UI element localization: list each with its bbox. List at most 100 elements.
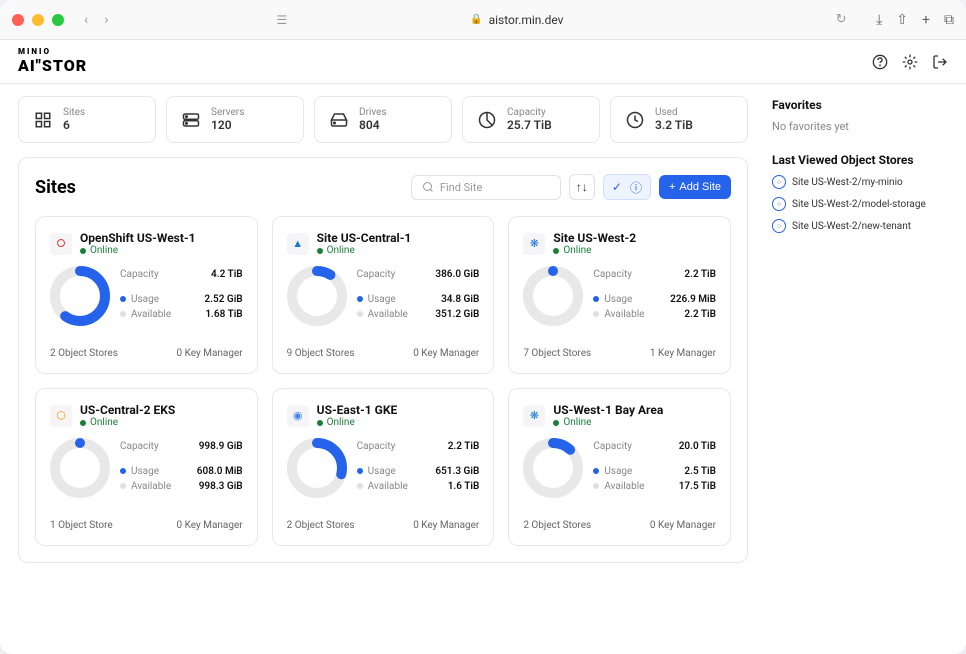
- usage-value: 608.0 MiB: [197, 466, 243, 477]
- usage-dot: [357, 296, 363, 302]
- search-input[interactable]: Find Site: [411, 175, 561, 200]
- stat-card-sites[interactable]: Sites 6: [18, 96, 156, 143]
- available-dot: [120, 483, 126, 489]
- object-store-icon: ○: [772, 175, 786, 189]
- site-status: Online: [553, 245, 716, 256]
- window-maximize[interactable]: [52, 14, 64, 26]
- capacity-value: 4.2 TiB: [211, 269, 243, 280]
- site-card[interactable]: ▲ Site US-Central-1 Online Capacity 386.…: [272, 216, 495, 374]
- viewed-item[interactable]: ○Site US-West-2/new-tenant: [772, 219, 948, 233]
- filter-status-button[interactable]: ✓ ⓘ: [603, 174, 651, 200]
- usage-dot: [120, 468, 126, 474]
- help-icon[interactable]: [872, 54, 888, 70]
- capacity-donut: [50, 438, 110, 498]
- sites-panel: Sites Find Site ↑↓ ✓ ⓘ + Ad: [18, 157, 748, 563]
- plus-icon: +: [669, 181, 675, 193]
- available-value: 1.68 TiB: [205, 309, 242, 320]
- capacity-value: 20.0 TiB: [679, 441, 716, 452]
- available-value: 998.3 GiB: [199, 481, 243, 492]
- available-label: Available: [131, 481, 194, 492]
- key-manager-count: 0 Key Manager: [177, 520, 243, 531]
- url-text: aistor.min.dev: [489, 13, 564, 27]
- window-close[interactable]: [12, 14, 24, 26]
- usage-value: 651.3 GiB: [435, 466, 479, 477]
- site-provider-icon: ❋: [523, 233, 545, 255]
- stat-card-servers[interactable]: Servers 120: [166, 96, 304, 143]
- capacity-label: Capacity: [357, 269, 396, 280]
- logout-icon[interactable]: [932, 54, 948, 70]
- window-minimize[interactable]: [32, 14, 44, 26]
- browser-chrome: ‹ › ☰ 🔒 aistor.min.dev ↻ ⤓ ⇧ + ⧉: [0, 0, 966, 40]
- key-manager-count: 0 Key Manager: [413, 348, 479, 359]
- capacity-label: Capacity: [120, 269, 159, 280]
- capacity-donut: [287, 438, 347, 498]
- viewed-item-label: Site US-West-2/my-minio: [792, 177, 903, 188]
- site-card[interactable]: ❋ Site US-West-2 Online Capacity 2.2 TiB: [508, 216, 731, 374]
- nav-forward[interactable]: ›: [104, 12, 108, 28]
- viewed-item[interactable]: ○Site US-West-2/model-storage: [772, 197, 948, 211]
- sidebar-toggle-icon[interactable]: ☰: [276, 13, 287, 27]
- capacity-donut: [287, 266, 347, 326]
- key-manager-count: 0 Key Manager: [413, 520, 479, 531]
- padlock-icon: 🔒: [470, 14, 482, 25]
- add-tab-icon[interactable]: +: [922, 12, 930, 28]
- capacity-label: Capacity: [357, 441, 396, 452]
- add-site-button[interactable]: + Add Site: [659, 175, 731, 199]
- viewed-item[interactable]: ○ Site US-West-2/my-minio: [772, 175, 948, 189]
- available-dot: [593, 311, 599, 317]
- site-status: Online: [317, 245, 480, 256]
- tabs-icon[interactable]: ⧉: [944, 12, 954, 28]
- stat-value: 120: [211, 118, 244, 132]
- capacity-value: 2.2 TiB: [448, 441, 480, 452]
- capacity-label: Capacity: [593, 441, 632, 452]
- site-card[interactable]: ❋ US-West-1 Bay Area Online Capacity 20.…: [508, 388, 731, 546]
- usage-value: 2.5 TiB: [684, 466, 716, 477]
- sort-button[interactable]: ↑↓: [569, 174, 595, 200]
- warning-icon: ⓘ: [630, 179, 642, 196]
- usage-value: 34.8 GiB: [441, 294, 479, 305]
- right-sidebar: Favorites No favorites yet Last Viewed O…: [766, 84, 966, 654]
- server-icon: [181, 110, 201, 130]
- capacity-label: Capacity: [593, 269, 632, 280]
- key-manager-count: 1 Key Manager: [650, 348, 716, 359]
- stat-value: 804: [359, 118, 387, 132]
- site-status: Online: [317, 417, 480, 428]
- key-manager-count: 0 Key Manager: [650, 520, 716, 531]
- object-stores-count: 2 Object Stores: [523, 520, 591, 531]
- stat-card-used[interactable]: Used 3.2 TiB: [610, 96, 748, 143]
- usage-dot: [120, 296, 126, 302]
- site-name: US-West-1 Bay Area: [553, 403, 716, 417]
- available-label: Available: [368, 309, 431, 320]
- nav-back[interactable]: ‹: [84, 12, 88, 28]
- stat-card-capacity[interactable]: Capacity 25.7 TiB: [462, 96, 600, 143]
- site-name: Site US-West-2: [553, 231, 716, 245]
- stat-label: Used: [655, 107, 693, 118]
- reload-icon[interactable]: ↻: [836, 12, 847, 27]
- available-label: Available: [604, 309, 679, 320]
- object-stores-count: 9 Object Stores: [287, 348, 355, 359]
- url-bar[interactable]: 🔒 aistor.min.dev: [317, 13, 717, 27]
- drive-icon: [329, 110, 349, 130]
- object-stores-count: 2 Object Stores: [50, 348, 118, 359]
- site-name: Site US-Central-1: [317, 231, 480, 245]
- app-logo[interactable]: MINIO AI"STOR: [18, 48, 87, 75]
- capacity-value: 998.9 GiB: [199, 441, 243, 452]
- capacity-donut: [50, 266, 110, 326]
- settings-icon[interactable]: [902, 54, 918, 70]
- site-status: Online: [553, 417, 716, 428]
- stat-value: 6: [63, 118, 85, 132]
- site-card[interactable]: ⬡ US-Central-2 EKS Online Capacity 998.9…: [35, 388, 258, 546]
- usage-label: Usage: [131, 294, 199, 305]
- usage-label: Usage: [604, 294, 665, 305]
- download-icon[interactable]: ⤓: [876, 12, 882, 28]
- viewed-item-label: Site US-West-2/model-storage: [792, 199, 926, 210]
- site-card[interactable]: ◉ US-East-1 GKE Online Capacity 2.2 TiB: [272, 388, 495, 546]
- object-stores-count: 1 Object Store: [50, 520, 113, 531]
- share-icon[interactable]: ⇧: [896, 12, 908, 28]
- stat-card-drives[interactable]: Drives 804: [314, 96, 452, 143]
- pie-icon: [477, 110, 497, 130]
- site-card[interactable]: ⭘ OpenShift US-West-1 Online Capacity 4.…: [35, 216, 258, 374]
- available-value: 351.2 GiB: [435, 309, 479, 320]
- object-store-icon: ○: [772, 219, 786, 233]
- usage-label: Usage: [368, 466, 431, 477]
